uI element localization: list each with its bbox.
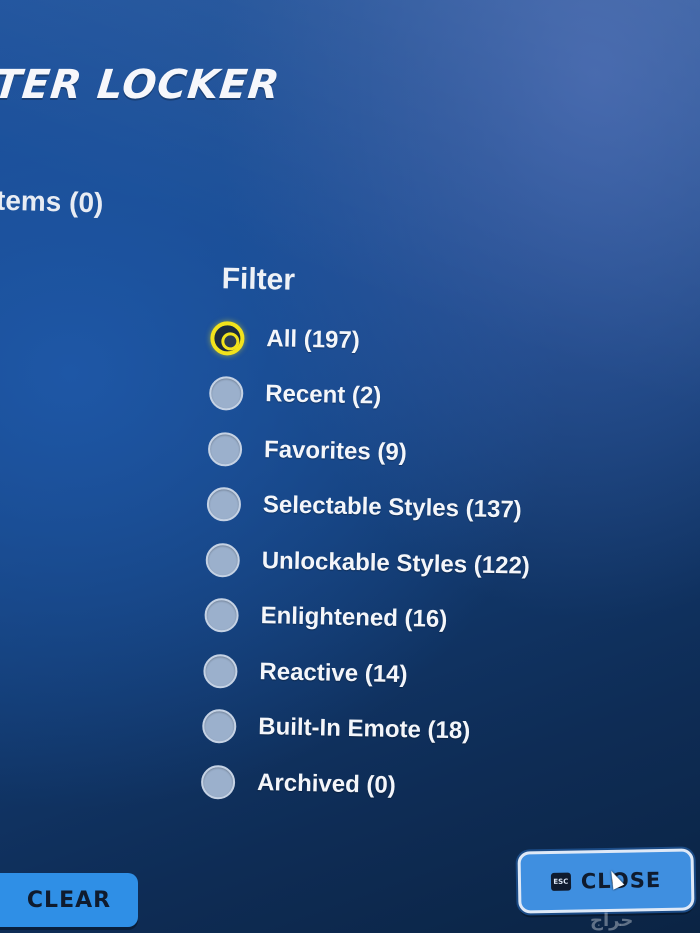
radio-unselected-icon — [205, 542, 241, 578]
radio-unselected-icon — [207, 431, 243, 467]
radio-unselected-icon — [203, 653, 238, 689]
close-button[interactable]: ESC CLOSE — [517, 848, 695, 914]
filter-option-label: Reactive (14) — [259, 657, 408, 688]
radio-unselected-icon — [208, 376, 244, 411]
filter-option-selectable-styles[interactable]: Selectable Styles (137) — [206, 476, 607, 540]
radio-selected-icon — [210, 320, 245, 356]
filter-option-enlightened[interactable]: Enlightened (16) — [204, 587, 605, 651]
filter-option-built-in-emote[interactable]: Built-In Emote (18) — [201, 698, 603, 762]
filter-option-archived[interactable]: Archived (0) — [200, 754, 602, 818]
filter-heading: Filter — [221, 262, 296, 297]
filter-option-label: Built-In Emote (18) — [257, 713, 471, 745]
radio-unselected-icon — [204, 598, 239, 633]
filter-option-favorites[interactable]: Favorites (9) — [207, 421, 609, 485]
filter-option-label: Favorites (9) — [263, 435, 408, 466]
filter-option-unlockable-styles[interactable]: Unlockable Styles (122) — [205, 532, 606, 596]
radio-unselected-icon — [200, 764, 236, 800]
clear-button-label: CLEAR — [26, 887, 112, 913]
filter-option-label: Enlightened (16) — [260, 602, 448, 634]
filter-option-label: Archived (0) — [256, 768, 397, 799]
filter-option-label: Recent (2) — [264, 380, 382, 410]
filter-option-label: Selectable Styles (137) — [262, 491, 522, 524]
watermark: حراج — [590, 910, 634, 930]
radio-unselected-icon — [206, 487, 242, 522]
filter-option-recent[interactable]: Recent (2) — [208, 365, 610, 429]
filter-panel: Filter All (197) Recent (2) Favorites (9… — [200, 262, 612, 818]
filter-option-label: Unlockable Styles (122) — [261, 546, 531, 580]
radio-unselected-icon — [201, 709, 237, 744]
clear-button[interactable]: CLEAR — [0, 873, 138, 927]
filter-option-all[interactable]: All (197) — [210, 310, 611, 374]
page-title: TER LOCKER — [0, 62, 283, 108]
esc-key-icon: ESC — [550, 872, 571, 891]
filter-option-reactive[interactable]: Reactive (14) — [203, 643, 604, 707]
filter-option-label: All (197) — [266, 324, 361, 354]
items-count-label: tems (0) — [0, 184, 104, 219]
